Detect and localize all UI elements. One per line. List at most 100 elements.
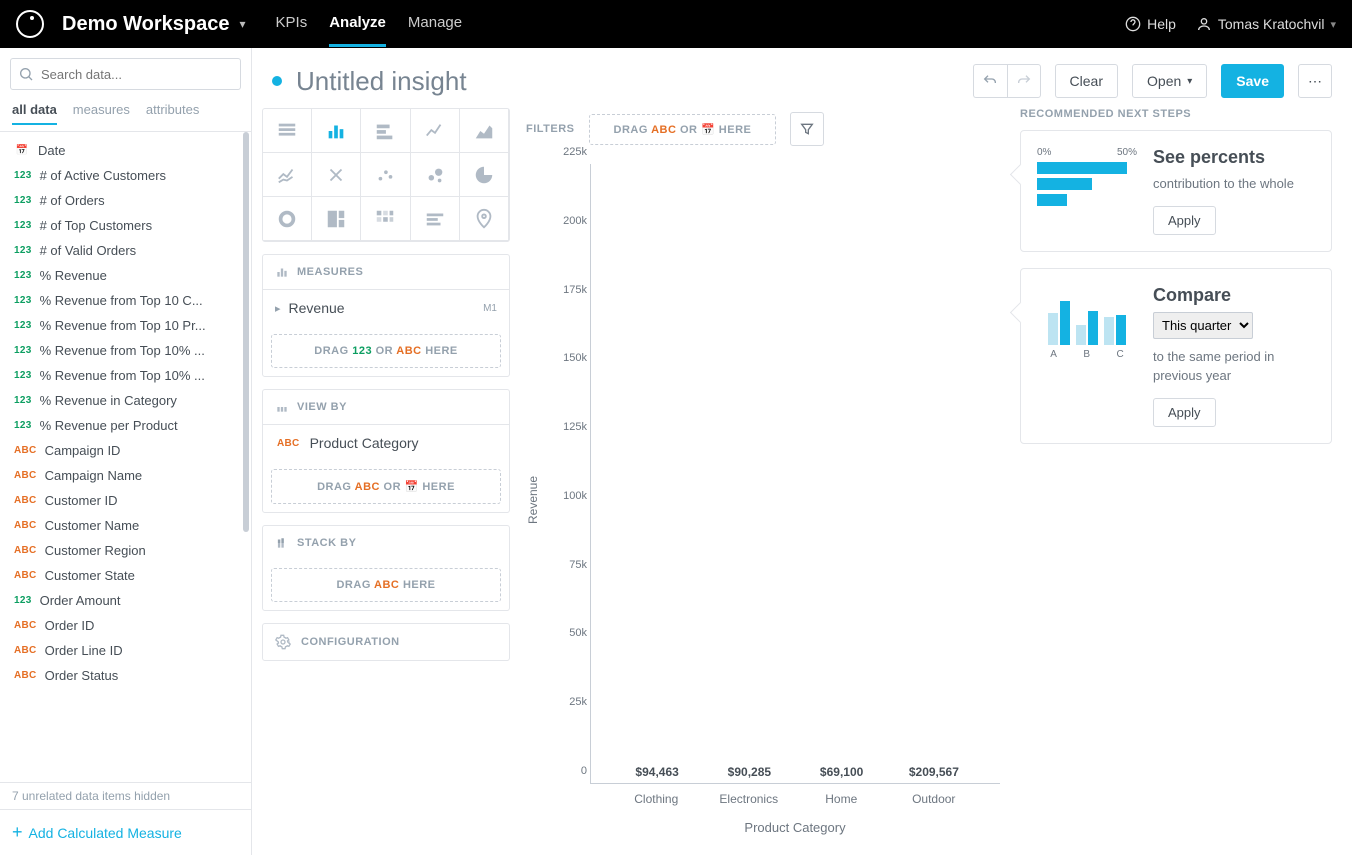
- add-calculated-measure[interactable]: +Add Calculated Measure: [0, 809, 251, 855]
- viewby-dropzone[interactable]: DRAG ABC OR 📅 HERE: [271, 469, 501, 504]
- viz-bar[interactable]: [361, 109, 410, 153]
- percents-apply-button[interactable]: Apply: [1153, 206, 1216, 235]
- viz-pie[interactable]: [460, 153, 509, 197]
- viz-bubble[interactable]: [411, 153, 460, 197]
- catalog-item-label: % Revenue per Product: [40, 418, 178, 433]
- stackby-icon: [275, 536, 289, 550]
- y-tick: 175k: [547, 284, 587, 296]
- viz-table[interactable]: [263, 109, 312, 153]
- stackby-dropzone[interactable]: DRAG ABC HERE: [271, 568, 501, 602]
- viz-geo[interactable]: [460, 197, 509, 241]
- viz-area[interactable]: [460, 109, 509, 153]
- catalog-item[interactable]: ABCCampaign Name: [0, 463, 251, 488]
- catalog-item[interactable]: 📅Date: [0, 138, 251, 163]
- viz-combo[interactable]: [263, 153, 312, 197]
- catalog-item[interactable]: ABCCampaign ID: [0, 438, 251, 463]
- data-catalog-sidebar: all data measures attributes 📅Date123# o…: [0, 48, 252, 855]
- catalog-item[interactable]: 123% Revenue per Product: [0, 413, 251, 438]
- catalog-item-label: Customer Region: [45, 543, 146, 558]
- catalog-item[interactable]: 123% Revenue in Category: [0, 388, 251, 413]
- viz-scatter[interactable]: [361, 153, 410, 197]
- catalog-item[interactable]: ABCCustomer Name: [0, 513, 251, 538]
- catalog-item[interactable]: 123% Revenue from Top 10% ...: [0, 363, 251, 388]
- tab-attributes[interactable]: attributes: [146, 102, 199, 125]
- catalog-item[interactable]: ABCOrder ID: [0, 613, 251, 638]
- viewby-panel: VIEW BY ABC Product Category DRAG ABC OR…: [262, 389, 510, 513]
- tab-measures[interactable]: measures: [73, 102, 130, 125]
- user-chevron-icon: ▾: [1330, 18, 1336, 31]
- catalog-item-label: Order Status: [45, 668, 119, 683]
- measures-dropzone[interactable]: DRAG 123 OR ABC HERE: [271, 334, 501, 368]
- tab-all-data[interactable]: all data: [12, 102, 57, 125]
- catalog-item[interactable]: 123% Revenue from Top 10 Pr...: [0, 313, 251, 338]
- viz-line[interactable]: [411, 109, 460, 153]
- catalog-item[interactable]: 123# of Active Customers: [0, 163, 251, 188]
- undo-button[interactable]: [973, 64, 1007, 98]
- viz-headline[interactable]: [312, 153, 361, 197]
- workspace-chevron-icon[interactable]: ▾: [239, 17, 245, 31]
- catalog-item[interactable]: 123# of Top Customers: [0, 213, 251, 238]
- workspace-name[interactable]: Demo Workspace: [62, 13, 229, 36]
- viewby-item-product-category[interactable]: ABC Product Category: [263, 424, 509, 461]
- save-button[interactable]: Save: [1221, 64, 1284, 98]
- redo-button[interactable]: [1007, 64, 1041, 98]
- x-tick: Outdoor: [899, 792, 969, 806]
- catalog-item-label: Order Amount: [40, 593, 121, 608]
- type-tag-icon: 123: [12, 294, 34, 307]
- compare-apply-button[interactable]: Apply: [1153, 398, 1216, 427]
- catalog-item[interactable]: 123# of Orders: [0, 188, 251, 213]
- y-axis-label: Revenue: [526, 164, 540, 835]
- catalog-item-label: Campaign ID: [45, 443, 121, 458]
- nav-kpis[interactable]: KPIs: [276, 1, 308, 47]
- measures-icon: [275, 265, 289, 279]
- catalog-item-label: Customer Name: [45, 518, 140, 533]
- nav-manage[interactable]: Manage: [408, 1, 462, 47]
- compare-period-select[interactable]: This quarter: [1153, 312, 1253, 339]
- help-icon: [1125, 16, 1141, 32]
- catalog-item-label: Customer ID: [45, 493, 118, 508]
- search-input[interactable]: [10, 58, 241, 90]
- catalog-item[interactable]: ABCCustomer Region: [0, 538, 251, 563]
- catalog-item-label: Campaign Name: [45, 468, 143, 483]
- catalog-item-label: # of Valid Orders: [40, 243, 137, 258]
- filter-options-button[interactable]: [790, 112, 824, 146]
- y-tick: 200k: [547, 215, 587, 227]
- viz-column[interactable]: [312, 109, 361, 153]
- catalog-item[interactable]: 123% Revenue: [0, 263, 251, 288]
- catalog-item[interactable]: 123% Revenue from Top 10 C...: [0, 288, 251, 313]
- bar-value-label: $209,567: [909, 765, 959, 779]
- insight-title[interactable]: Untitled insight: [296, 66, 467, 97]
- type-tag-icon: 123: [12, 369, 34, 382]
- catalog-item[interactable]: 123# of Valid Orders: [0, 238, 251, 263]
- catalog-item[interactable]: 123% Revenue from Top 10% ...: [0, 338, 251, 363]
- type-tag-icon: 123: [12, 269, 34, 282]
- bar-value-label: $69,100: [820, 765, 863, 779]
- catalog-item[interactable]: ABC Order Status: [0, 663, 251, 688]
- filters-dropzone[interactable]: DRAG ABC OR 📅 HERE: [589, 114, 777, 145]
- more-button[interactable]: ⋯: [1298, 64, 1332, 98]
- y-tick: 75k: [547, 559, 587, 571]
- recommendation-percents: 0%50% See percents contribution to the w…: [1020, 130, 1332, 252]
- catalog-item[interactable]: 123Order Amount: [0, 588, 251, 613]
- recommendation-compare: ABC Compare This quarter to the same per…: [1020, 268, 1332, 444]
- measure-item-revenue[interactable]: ▸ Revenue M1: [263, 289, 509, 326]
- type-tag-icon: ABC: [12, 669, 39, 682]
- unsaved-indicator-icon: [272, 76, 282, 86]
- viz-bullet[interactable]: [411, 197, 460, 241]
- viz-heatmap[interactable]: [361, 197, 410, 241]
- viz-treemap[interactable]: [312, 197, 361, 241]
- configuration-panel[interactable]: CONFIGURATION: [262, 623, 510, 661]
- catalog-item[interactable]: ABCCustomer State: [0, 563, 251, 588]
- help-link[interactable]: Help: [1125, 16, 1176, 32]
- app-logo-icon[interactable]: [16, 10, 44, 38]
- nav-analyze[interactable]: Analyze: [329, 1, 386, 47]
- catalog-item[interactable]: ABCOrder Line ID: [0, 638, 251, 663]
- scrollbar[interactable]: [243, 132, 249, 532]
- y-tick: 25k: [547, 696, 587, 708]
- user-menu[interactable]: Tomas Kratochvil ▾: [1196, 16, 1336, 32]
- viz-donut[interactable]: [263, 197, 312, 241]
- clear-button[interactable]: Clear: [1055, 64, 1118, 98]
- search-icon: [18, 66, 34, 82]
- open-button[interactable]: Open▾: [1132, 64, 1207, 98]
- catalog-item[interactable]: ABCCustomer ID: [0, 488, 251, 513]
